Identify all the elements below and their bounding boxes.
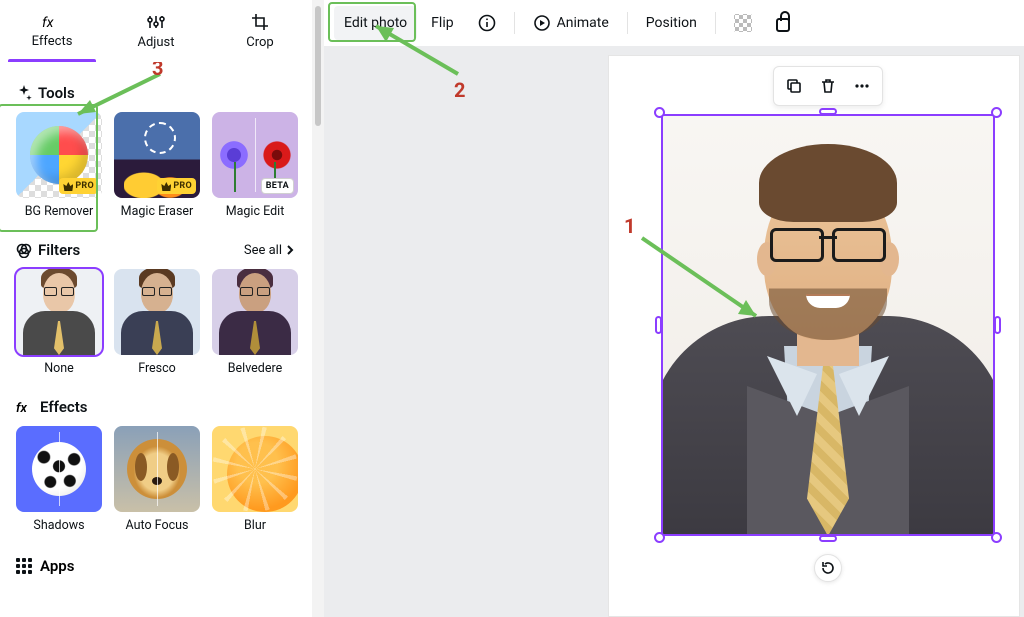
tool-magic-edit-label: Magic Edit (226, 204, 285, 219)
tab-effects-label: Effects (32, 34, 73, 49)
filters-title: Filters (38, 241, 80, 259)
filters-see-all[interactable]: See all (244, 243, 296, 258)
apps-section[interactable]: Apps (16, 557, 296, 575)
transparency-button[interactable] (724, 6, 762, 40)
pro-badge: PRO (157, 178, 196, 194)
filters-section-header: Filters See all (16, 241, 296, 259)
flip-button[interactable]: Flip (421, 6, 463, 40)
svg-text:fx: fx (42, 15, 54, 30)
toolbar-separator (715, 12, 716, 34)
duplicate-button[interactable] (778, 70, 810, 102)
apps-grid-icon (16, 558, 32, 574)
annotation-label-3: 3 (152, 62, 163, 80)
trash-icon (819, 77, 837, 95)
context-toolbar: Edit photo Flip Animate Position (324, 0, 1024, 46)
position-button[interactable]: Position (636, 6, 707, 40)
delete-button[interactable] (812, 70, 844, 102)
duplicate-icon (785, 77, 803, 95)
element-floating-toolbar (773, 66, 883, 106)
toolbar-separator (627, 12, 628, 34)
tools-title: Tools (38, 84, 75, 102)
edit-photo-button[interactable]: Edit photo (334, 6, 417, 40)
tool-magic-edit[interactable]: BETA Magic Edit (212, 112, 298, 219)
panel-scrollbar[interactable] (312, 0, 324, 617)
effect-blur-label: Blur (244, 518, 266, 533)
effect-shadows[interactable]: Shadows (16, 426, 102, 533)
tab-effects[interactable]: fx Effects (0, 0, 104, 62)
tool-magic-eraser-label: Magic Eraser (121, 204, 194, 219)
resize-handle-s[interactable] (819, 535, 837, 542)
filter-none-label: None (44, 361, 74, 376)
canvas-stage[interactable]: 2 1 (324, 46, 1024, 617)
tool-bg-remover-label: BG Remover (25, 204, 94, 219)
annotation-label-1: 1 (624, 214, 635, 238)
animate-icon (533, 14, 551, 32)
resize-handle-sw[interactable] (654, 532, 665, 543)
editor-area: Edit photo Flip Animate Position 2 (312, 0, 1024, 617)
tab-adjust[interactable]: Adjust (104, 0, 208, 62)
lock-icon (776, 18, 790, 32)
tool-magic-eraser[interactable]: PRO Magic Eraser (114, 112, 200, 219)
filter-fresco-label: Fresco (138, 361, 176, 376)
effect-shadows-label: Shadows (33, 518, 84, 533)
transparency-icon (734, 14, 752, 32)
panel-top-tabs: fx Effects Adjust Crop (0, 0, 312, 62)
resize-handle-se[interactable] (991, 532, 1002, 543)
sparkle-icon (16, 85, 32, 101)
canvas-zone: Edit photo Flip Animate Position 2 (324, 0, 1024, 617)
selection-border (661, 114, 995, 536)
filters-icon (16, 242, 32, 258)
fx-icon: fx (42, 14, 62, 30)
resize-handle-e[interactable] (994, 316, 1001, 334)
annotation-label-2: 2 (454, 78, 465, 102)
tab-crop-label: Crop (246, 35, 273, 50)
animate-button[interactable]: Animate (523, 6, 619, 40)
resize-handle-ne[interactable] (991, 107, 1002, 118)
resize-handle-w[interactable] (655, 316, 662, 334)
resize-handle-nw[interactable] (654, 107, 665, 118)
tool-bg-remover[interactable]: PRO BG Remover (16, 112, 102, 219)
more-icon (853, 77, 871, 95)
tools-section-header: Tools (16, 84, 296, 102)
effects-panel: fx Effects Adjust Crop 3 Tools PRO (0, 0, 312, 617)
selected-image[interactable] (661, 114, 995, 536)
rotate-icon (820, 560, 836, 576)
filter-none[interactable]: None (16, 269, 102, 376)
tools-grid: PRO BG Remover PRO Magic Eraser BETA Mag… (16, 112, 296, 219)
filter-belvedere[interactable]: Belvedere (212, 269, 298, 376)
tab-crop[interactable]: Crop (208, 0, 312, 62)
toolbar-separator (514, 12, 515, 34)
filter-fresco[interactable]: Fresco (114, 269, 200, 376)
apps-title: Apps (40, 557, 74, 575)
beta-badge: BETA (261, 178, 294, 194)
effects-title: Effects (40, 398, 87, 416)
crop-icon (251, 13, 269, 31)
filter-belvedere-label: Belvedere (228, 361, 283, 376)
resize-handle-n[interactable] (819, 108, 837, 115)
rotate-handle[interactable] (814, 554, 842, 582)
sliders-icon (147, 13, 165, 31)
effect-blur[interactable]: Blur (212, 426, 298, 533)
effects-grid: Shadows Auto Focus Blur (16, 426, 296, 533)
pro-badge: PRO (59, 178, 98, 194)
chevron-right-icon (284, 244, 296, 256)
effects-section-header: fx Effects (16, 398, 296, 416)
info-button[interactable] (468, 6, 506, 40)
effect-auto-focus[interactable]: Auto Focus (114, 426, 200, 533)
more-button[interactable] (846, 70, 878, 102)
effect-auto-focus-label: Auto Focus (126, 518, 189, 533)
lock-button[interactable] (766, 6, 800, 40)
svg-text:fx: fx (16, 401, 27, 414)
info-icon (478, 14, 496, 32)
fx-small-icon: fx (16, 400, 34, 414)
panel-content: 3 Tools PRO BG Remover PRO Magic Eraser (0, 62, 312, 617)
filters-grid: None Fresco Belvedere (16, 269, 296, 376)
tab-adjust-label: Adjust (137, 35, 174, 50)
